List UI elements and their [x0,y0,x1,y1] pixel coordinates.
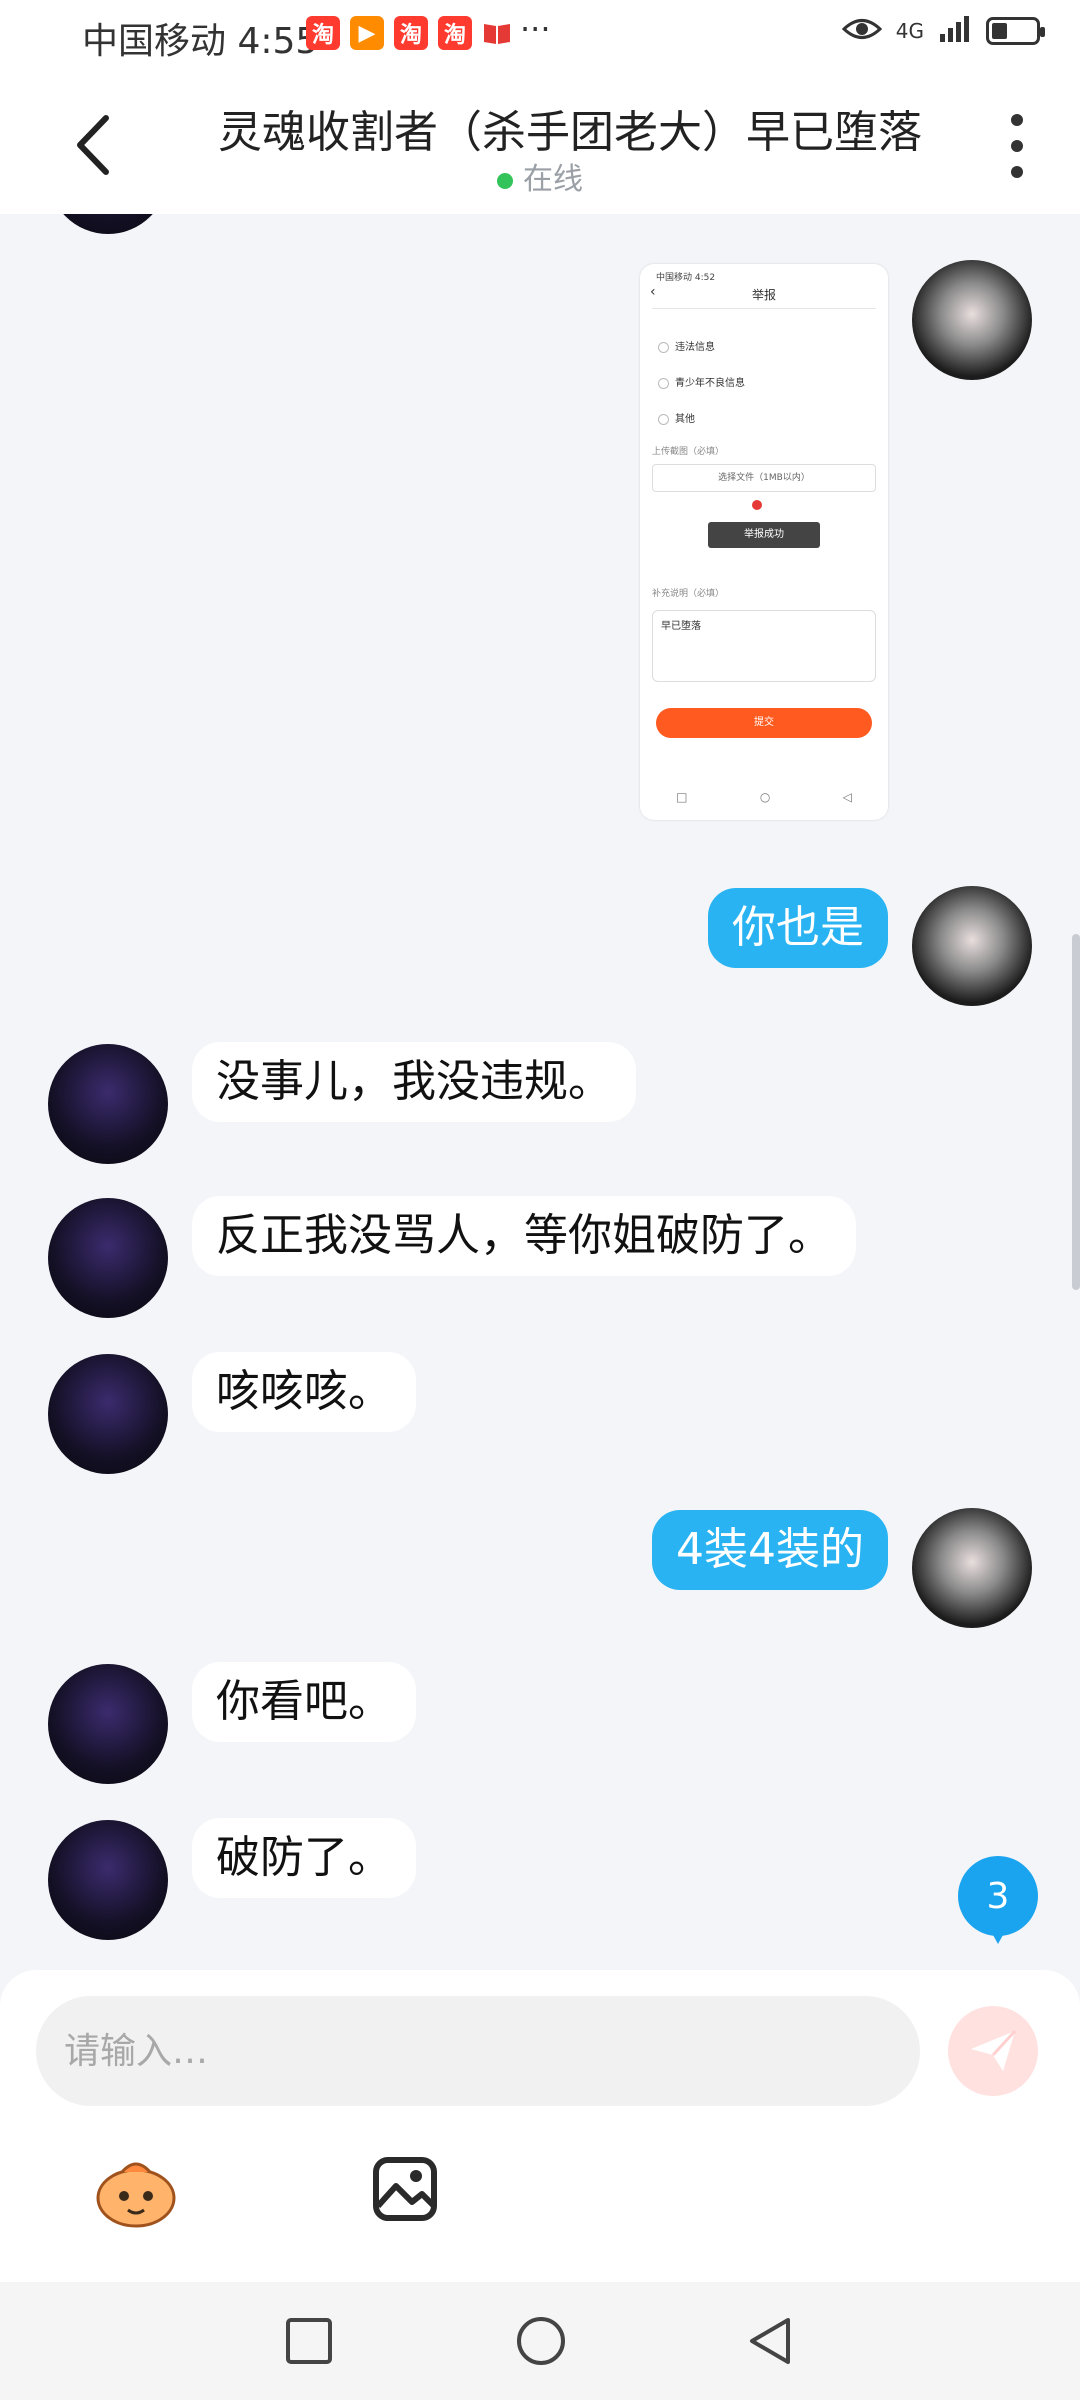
image-icon[interactable] [372,2156,438,2222]
contact-name: 灵魂收割者（杀手团老大）早已堕落 [218,107,922,158]
shot-title: 举报 [751,288,776,302]
shot-note-text: 早已堕落 [652,610,876,682]
shot-toast: 举报成功 [708,522,820,548]
shot-nav-bar: □ ○ ◁ [640,790,888,804]
my-avatar[interactable] [912,260,1032,380]
online-status: 在线 [0,154,1080,198]
screenshot-image-message[interactable]: 中国移动 4:52 ‹ 举报 违法信息 青少年不良信息 其他 上传截图（必填） … [640,264,888,820]
message-list[interactable]: 中国移动 4:52 ‹ 举报 违法信息 青少年不良信息 其他 上传截图（必填） … [0,214,1080,1970]
shot-submit-button: 提交 [656,708,872,738]
video-app-icon: ▶ [350,16,384,50]
home-icon[interactable] [514,2314,568,2368]
message-input[interactable] [36,1996,920,2106]
network-type: 4G [895,19,924,43]
more-notifications: ··· [520,10,551,48]
taobao-app-icon: 淘 [306,16,340,50]
taobao-app-icon: 淘 [438,16,472,50]
my-avatar[interactable] [912,886,1032,1006]
online-status-label: 在线 [523,162,583,197]
shot-upload-label: 上传截图（必填） [652,447,725,457]
back-icon[interactable] [744,2314,798,2368]
status-bar: 中国移动 4:55 淘 ▶ 淘 淘 ··· 4G [0,0,1080,72]
shot-back-nav-icon: ◁ [842,790,852,804]
shot-option: 违法信息 [658,338,715,353]
shot-file-button: 选择文件（1MB以内） [652,464,876,492]
shot-recent-icon: □ [676,790,688,804]
carrier-time: 中国移动 4:55 [82,21,319,62]
message-bubble-received[interactable]: 咳咳咳。 [192,1352,416,1432]
message-bubble-received[interactable]: 没事儿，我没违规。 [192,1042,636,1122]
message-bubble-received[interactable]: 反正我没骂人，等你姐破防了。 [192,1196,856,1276]
send-icon[interactable] [948,2006,1038,2096]
shot-status-bar: 中国移动 4:52 [656,273,716,283]
contact-avatar[interactable] [48,1820,168,1940]
message-bubble-sent[interactable]: 你也是 [708,888,888,968]
message-composer [0,1970,1080,2282]
contact-avatar[interactable] [48,1354,168,1474]
contact-avatar[interactable] [48,214,168,234]
shot-home-icon: ○ [759,790,771,804]
eye-icon [841,16,882,46]
taobao-app-icon: 淘 [394,16,428,50]
contact-avatar[interactable] [48,1198,168,1318]
shot-note-label: 补充说明（必填） [652,589,725,599]
message-bubble-sent[interactable]: 4装4装的 [652,1510,888,1590]
shot-option: 其他 [658,410,695,425]
status-indicators: 4G [841,14,1045,48]
shot-divider [652,308,876,309]
emoji-mascot-icon[interactable] [92,2154,180,2230]
scrollbar[interactable] [1072,934,1080,1290]
book-app-icon [482,18,512,48]
chat-header: 灵魂收割者（杀手团老大）早已堕落 在线 [0,72,1080,214]
battery-level [992,23,1007,39]
recent-apps-icon[interactable] [282,2314,336,2368]
message-bubble-received[interactable]: 你看吧。 [192,1662,416,1742]
online-dot-icon [497,172,513,189]
my-avatar[interactable] [912,1508,1032,1628]
signal-icon [938,14,972,48]
contact-avatar[interactable] [48,1044,168,1164]
shot-delete-icon [752,500,762,510]
battery-icon [986,17,1045,45]
notification-icons: 淘 ▶ 淘 淘 [306,16,512,50]
unread-count-badge[interactable]: 3 [958,1856,1038,1944]
shot-option: 青少年不良信息 [658,374,745,389]
message-bubble-received[interactable]: 破防了。 [192,1818,416,1898]
more-options-icon[interactable] [1002,114,1032,178]
contact-avatar[interactable] [48,1664,168,1784]
system-nav-bar [0,2282,1080,2400]
